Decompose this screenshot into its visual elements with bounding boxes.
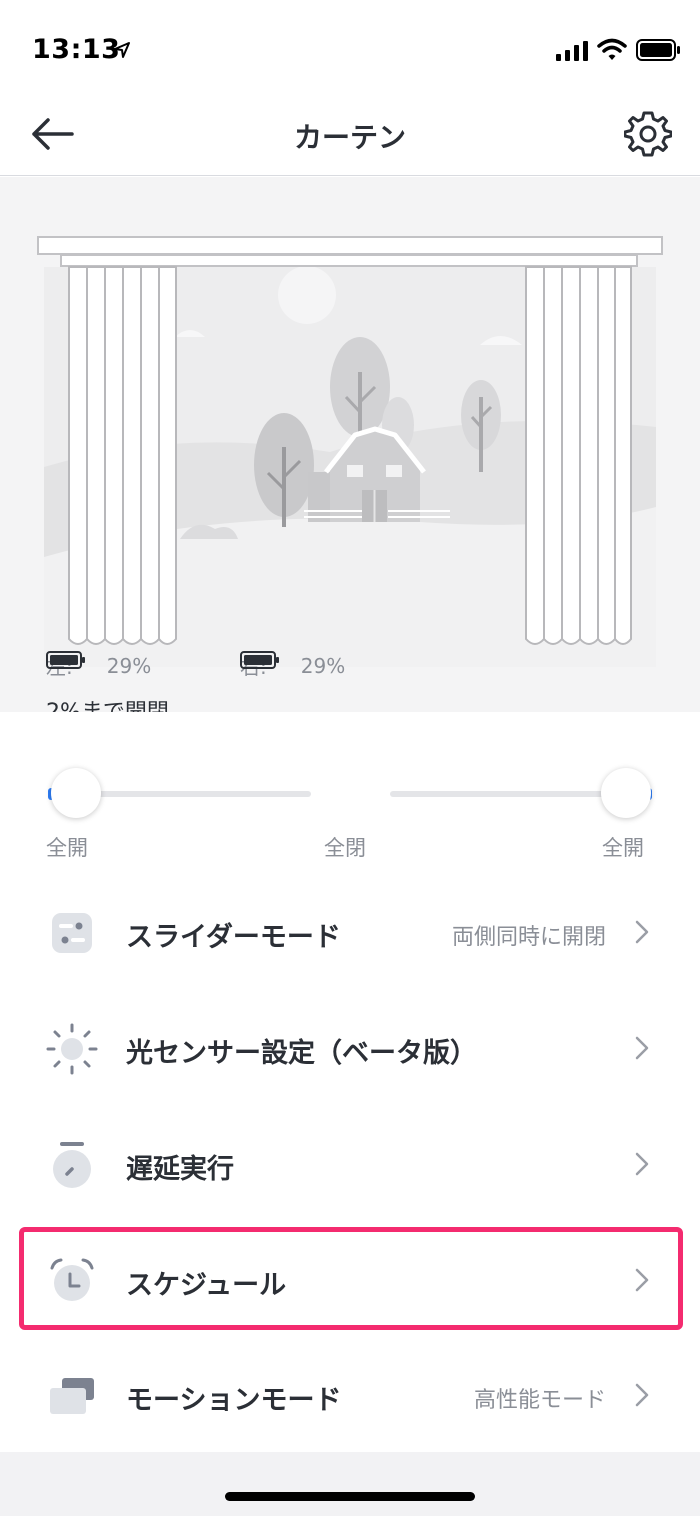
menu-item-motion-mode[interactable]: モーションモード 高性能モード: [0, 1344, 700, 1444]
menu-item-value: 高性能モード: [473, 1388, 606, 1413]
right-slider-track[interactable]: [390, 791, 626, 797]
wifi-icon: [597, 38, 627, 60]
chevron-right-icon: [635, 1152, 649, 1176]
cellular-signal-icon: [556, 41, 588, 61]
menu-item-delay[interactable]: 遅延実行: [0, 1113, 700, 1213]
nav-header: カーテン: [0, 100, 700, 176]
slider-mode-icon: [52, 913, 92, 953]
battery-icon: [240, 651, 279, 669]
gear-icon[interactable]: [624, 110, 672, 158]
menu-item-label: 光センサー設定（ベータ版）: [126, 1038, 477, 1069]
curtain-position-slider: 全開 全閉 全開: [0, 712, 700, 872]
slider-label-right: 全開: [602, 836, 644, 860]
slider-label-center: 全閉: [324, 836, 366, 860]
chevron-right-icon: [635, 920, 649, 944]
menu-item-light-sensor[interactable]: 光センサー設定（ベータ版）: [0, 997, 700, 1097]
curtain-illustration: 左: 29% 右: 29%: [0, 177, 700, 712]
slider-label-left: 全開: [46, 836, 88, 860]
alarm-clock-icon: [50, 1258, 94, 1301]
chevron-right-icon: [635, 1036, 649, 1060]
sun-icon: [46, 1023, 98, 1075]
curtain-scene-graphic: [37, 236, 663, 667]
chevron-right-icon: [635, 1268, 649, 1292]
home-indicator-area: [0, 1452, 700, 1516]
menu-item-slider-mode[interactable]: スライダーモード 両側同時に開閉: [0, 881, 700, 981]
left-curtain-graphic: [68, 266, 177, 645]
battery-icon: [46, 651, 85, 669]
right-battery-status: 右: 29%: [240, 651, 345, 680]
motion-mode-icon: [50, 1378, 94, 1414]
left-battery-value: 29%: [106, 653, 152, 678]
left-battery-status: 左: 29%: [46, 651, 151, 680]
stopwatch-icon: [53, 1142, 91, 1188]
menu-item-label: モーションモード: [126, 1385, 342, 1416]
page-title: カーテン: [293, 121, 406, 154]
chevron-right-icon: [635, 1383, 649, 1407]
battery-icon: [636, 39, 680, 61]
menu-item-label: スケジュール: [126, 1270, 287, 1301]
right-curtain-graphic: [525, 266, 632, 645]
location-arrow-icon: [114, 42, 130, 58]
menu-item-label: 遅延実行: [126, 1154, 234, 1185]
menu-item-schedule[interactable]: スケジュール: [0, 1229, 700, 1329]
menu-item-label: スライダーモード: [126, 922, 341, 953]
home-indicator[interactable]: [225, 1492, 475, 1501]
right-slider-knob[interactable]: [601, 768, 651, 818]
status-time: 13:13: [32, 34, 121, 65]
menu-item-value: 両側同時に開閉: [451, 925, 606, 950]
status-bar: 13:13: [0, 0, 700, 100]
left-slider-track[interactable]: [76, 791, 311, 797]
right-battery-value: 29%: [300, 653, 346, 678]
left-slider-knob[interactable]: [51, 768, 101, 818]
